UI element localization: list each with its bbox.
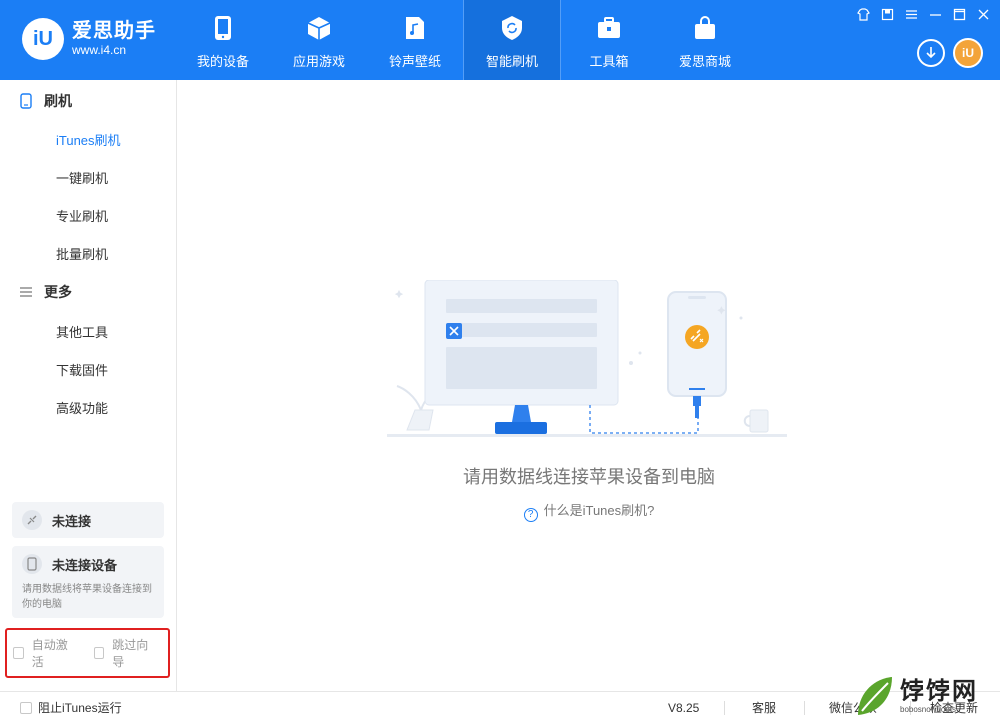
feedback-icon[interactable]: [880, 8, 894, 22]
auto-activate-checkbox[interactable]: 自动激活: [13, 636, 74, 670]
footer-divider: [724, 700, 725, 715]
itunes-flash-help-link[interactable]: ? 什么是iTunes刷机?: [178, 500, 1000, 522]
sidebar-item-itunes-flash[interactable]: iTunes刷机: [0, 121, 177, 157]
device-status-hint: 请用数据线将苹果设备连接到你的电脑: [22, 584, 152, 610]
nav-toolbox[interactable]: 工具箱: [561, 0, 657, 80]
device-icon: [22, 554, 42, 574]
skin-icon[interactable]: [856, 8, 870, 22]
sidebar-item-pro-flash[interactable]: 专业刷机: [0, 197, 177, 233]
leaf-logo-icon: [858, 677, 892, 715]
nav-smart-flash[interactable]: 智能刷机: [464, 0, 560, 80]
window-controls: [856, 8, 990, 22]
connection-status: 未连接: [52, 513, 92, 529]
device-status: 未连接设备: [52, 557, 118, 573]
question-icon: ?: [523, 508, 538, 522]
cube-icon: [304, 13, 334, 43]
phone-icon: [208, 13, 238, 43]
shopping-bag-icon: [690, 13, 720, 43]
block-itunes-checkbox[interactable]: 阻止iTunes运行: [20, 699, 122, 716]
phone-outline-icon: [18, 93, 34, 109]
title-bar: iU 爱思助手 www.i4.cn 我的设备 应用游戏 铃声壁纸 智能刷机 工具…: [0, 0, 1000, 80]
app-url: www.i4.cn: [72, 43, 127, 57]
watermark-sub: bobosnowboots: [900, 705, 957, 714]
sidebar-section-flash[interactable]: 刷机: [0, 82, 177, 120]
sidebar-item-advanced[interactable]: 高级功能: [0, 389, 177, 425]
refresh-shield-icon: [497, 13, 527, 43]
footer-divider: [804, 700, 805, 715]
main-content: 请用数据线连接苹果设备到电脑 ? 什么是iTunes刷机?: [178, 80, 1000, 691]
menu-icon[interactable]: [904, 8, 918, 22]
close-icon[interactable]: [976, 8, 990, 22]
watermark-text: 饽饽网: [900, 678, 978, 705]
checkbox-icon: [13, 647, 24, 659]
sidebar-item-other-tools[interactable]: 其他工具: [0, 313, 177, 349]
status-bar: 阻止iTunes运行 V8.25 客服 微信公众 检查更新: [0, 691, 1000, 723]
checkbox-icon: [93, 647, 105, 659]
device-status-card: 未连接设备 请用数据线将苹果设备连接到你的电脑: [12, 546, 164, 618]
support-link[interactable]: 客服: [752, 699, 776, 716]
watermark: 饽饽网 bobosnowboots: [852, 671, 1000, 723]
sidebar-item-batch-flash[interactable]: 批量刷机: [0, 235, 177, 271]
nav-store[interactable]: 爱思商城: [657, 0, 753, 80]
connection-status-card: 未连接: [12, 502, 164, 538]
version-label: V8.25: [668, 700, 700, 715]
app-logo: iU 爱思助手 www.i4.cn: [22, 18, 156, 60]
user-avatar[interactable]: iU: [953, 38, 983, 68]
minimize-icon[interactable]: [928, 8, 942, 22]
nav-apps-games[interactable]: 应用游戏: [271, 0, 367, 80]
main-nav: 我的设备 应用游戏 铃声壁纸 智能刷机 工具箱 爱思商城: [175, 0, 753, 80]
sidebar: 刷机 iTunes刷机 一键刷机 专业刷机 批量刷机 更多 其他工具 下载固件 …: [0, 80, 177, 691]
connect-device-message: 请用数据线连接苹果设备到电脑: [463, 467, 715, 487]
download-icon[interactable]: [917, 39, 945, 67]
checkbox-icon: [20, 701, 32, 714]
app-name: 爱思助手: [72, 20, 156, 42]
maximize-icon[interactable]: [952, 8, 966, 22]
music-file-icon: [400, 13, 430, 43]
startup-options: 自动激活 跳过向导: [5, 628, 170, 678]
logo-mark: iU: [22, 18, 64, 60]
sidebar-item-download-firmware[interactable]: 下载固件: [0, 351, 177, 387]
skip-guide-checkbox[interactable]: 跳过向导: [93, 636, 155, 670]
connect-device-illustration: [387, 280, 787, 437]
link-broken-icon: [22, 510, 42, 530]
nav-ringtones-wallpapers[interactable]: 铃声壁纸: [367, 0, 463, 80]
nav-my-device[interactable]: 我的设备: [175, 0, 271, 80]
list-icon: [18, 284, 34, 300]
sidebar-section-more[interactable]: 更多: [0, 273, 177, 311]
sidebar-item-one-click-flash[interactable]: 一键刷机: [0, 159, 177, 195]
toolbox-icon: [594, 13, 624, 43]
